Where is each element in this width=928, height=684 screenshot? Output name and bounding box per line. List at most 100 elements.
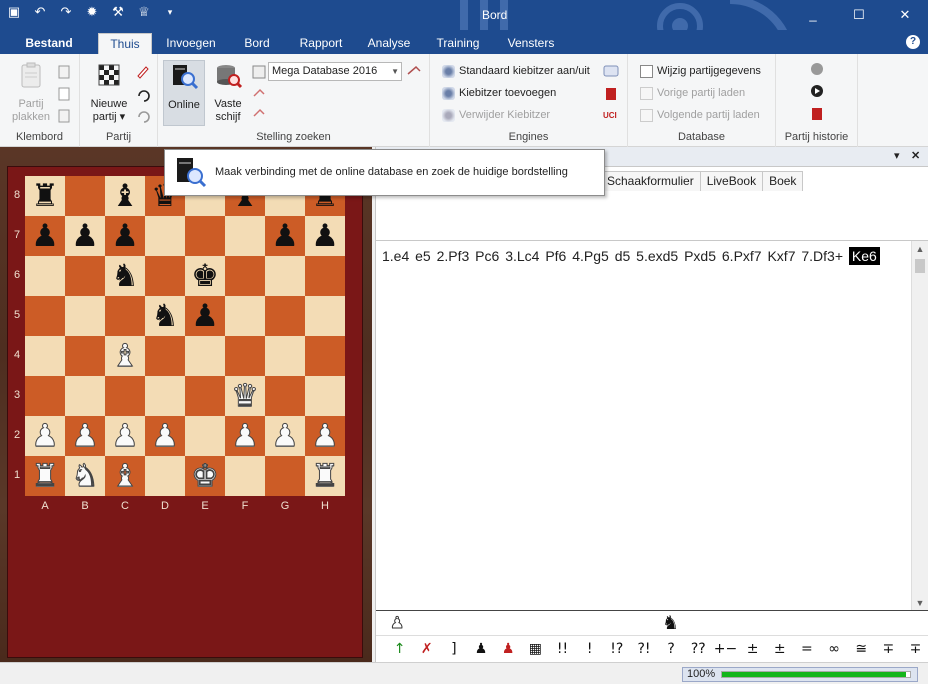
square-f3[interactable]: ♛	[225, 376, 265, 416]
black-knight-piece[interactable]: ♞	[151, 296, 179, 336]
square-c7[interactable]: ♟	[105, 216, 145, 256]
pane-close-icon[interactable]: ✕	[911, 149, 920, 162]
square-g5[interactable]	[265, 296, 305, 336]
square-c1[interactable]: ♝	[105, 456, 145, 496]
square-b1[interactable]: ♞	[65, 456, 105, 496]
minimize-button[interactable]: _	[790, 0, 836, 30]
square-g7[interactable]: ♟	[265, 216, 305, 256]
white-pawn-piece[interactable]: ♟	[231, 416, 260, 456]
square-e1[interactable]: ♚	[185, 456, 225, 496]
square-a2[interactable]: ♟	[25, 416, 65, 456]
square-h5[interactable]	[305, 296, 345, 336]
black-pawn-piece[interactable]: ♟	[271, 216, 299, 256]
remove-kibitzer-button[interactable]: Verwijder Kiebitzer	[442, 106, 550, 124]
square-a1[interactable]: ♜	[25, 456, 65, 496]
square-f6[interactable]	[225, 256, 265, 296]
square-e6[interactable]: ♚	[185, 256, 225, 296]
square-e5[interactable]: ♟	[185, 296, 225, 336]
new-game-button[interactable]: Nieuwe partij ▾	[86, 60, 132, 124]
square-d7[interactable]	[145, 216, 185, 256]
square-a7[interactable]: ♟	[25, 216, 65, 256]
white-pawn-piece[interactable]: ♟	[111, 416, 140, 456]
square-h6[interactable]	[305, 256, 345, 296]
annotation-symbol-button[interactable]: ✗	[413, 641, 440, 657]
square-g2[interactable]: ♟	[265, 416, 305, 456]
square-g6[interactable]	[265, 256, 305, 296]
square-e3[interactable]	[185, 376, 225, 416]
square-h7[interactable]: ♟	[305, 216, 345, 256]
square-a8[interactable]: ♜	[25, 176, 65, 216]
annotation-symbol-button[interactable]: ?	[658, 641, 685, 657]
black-pawn-piece[interactable]: ♟	[111, 216, 139, 256]
square-b3[interactable]	[65, 376, 105, 416]
tab-boek[interactable]: Boek	[762, 171, 804, 191]
toggle-kibitzer-button[interactable]: Standaard kiebitzer aan/uit	[442, 62, 590, 80]
annotation-symbol-button[interactable]: ±	[739, 641, 766, 657]
square-g4[interactable]	[265, 336, 305, 376]
undo-icon[interactable]: ↶	[32, 4, 48, 20]
white-pawn-piece[interactable]: ♟	[71, 416, 100, 456]
white-rook-piece[interactable]: ♜	[311, 456, 340, 496]
square-h4[interactable]	[305, 336, 345, 376]
square-f4[interactable]	[225, 336, 265, 376]
annotation-symbol-button[interactable]: ≅	[848, 641, 875, 657]
tab-rapport[interactable]: Rapport	[292, 33, 350, 54]
black-king-piece[interactable]: ♚	[191, 256, 219, 296]
help-icon[interactable]: ?	[906, 35, 920, 49]
history-icons[interactable]	[809, 62, 825, 126]
white-pawn-piece[interactable]: ♟	[311, 416, 340, 456]
annotation-symbol-button[interactable]: ∓	[875, 641, 902, 657]
square-f1[interactable]	[225, 456, 265, 496]
online-search-button[interactable]: Online	[163, 60, 205, 126]
white-knight-piece[interactable]: ♞	[71, 456, 100, 496]
white-bishop-piece[interactable]: ♝	[111, 336, 140, 376]
black-pawn-piece[interactable]: ♟	[191, 296, 219, 336]
tab-schaakformulier[interactable]: Schaakformulier	[601, 171, 701, 191]
square-c8[interactable]: ♝	[105, 176, 145, 216]
paste-game-button[interactable]: Partij plakken	[8, 60, 54, 124]
square-g3[interactable]	[265, 376, 305, 416]
square-b2[interactable]: ♟	[65, 416, 105, 456]
square-b6[interactable]	[65, 256, 105, 296]
maximize-button[interactable]: ☐	[836, 0, 882, 30]
tab-analyse[interactable]: Analyse	[362, 33, 416, 54]
tab-vensters[interactable]: Vensters	[500, 33, 562, 54]
save-icon[interactable]: ▣	[6, 4, 22, 20]
tab-bord[interactable]: Bord	[236, 33, 278, 54]
black-bishop-piece[interactable]: ♝	[111, 176, 139, 216]
square-d3[interactable]	[145, 376, 185, 416]
black-rook-piece[interactable]: ♜	[31, 176, 59, 216]
black-pawn-piece[interactable]: ♟	[31, 216, 59, 256]
square-a4[interactable]	[25, 336, 65, 376]
white-pawn-piece[interactable]: ♟	[31, 416, 60, 456]
annotation-symbol-button[interactable]: !!	[549, 641, 576, 657]
square-a6[interactable]	[25, 256, 65, 296]
annotation-symbol-button[interactable]: ♟	[495, 641, 522, 657]
annotation-symbol-button[interactable]: ∓	[902, 641, 928, 657]
annotation-symbol-button[interactable]: ]	[440, 641, 467, 657]
white-rook-piece[interactable]: ♜	[31, 456, 60, 496]
annotation-symbol-button[interactable]: ▦	[522, 641, 549, 657]
square-f2[interactable]: ♟	[225, 416, 265, 456]
square-b5[interactable]	[65, 296, 105, 336]
zoom-control[interactable]: 100%	[682, 667, 918, 682]
black-pawn-piece[interactable]: ♟	[311, 216, 339, 256]
tab-livebook[interactable]: LiveBook	[699, 171, 764, 191]
current-move[interactable]: Ke6	[848, 247, 880, 265]
square-b7[interactable]: ♟	[65, 216, 105, 256]
square-a3[interactable]	[25, 376, 65, 416]
square-e7[interactable]	[185, 216, 225, 256]
annotation-symbol-button[interactable]: ??	[685, 641, 712, 657]
square-c6[interactable]: ♞	[105, 256, 145, 296]
square-c4[interactable]: ♝	[105, 336, 145, 376]
previous-game-button[interactable]: Vorige partij laden	[640, 84, 745, 102]
annotation-symbol-button[interactable]: !?	[603, 641, 630, 657]
square-f7[interactable]	[225, 216, 265, 256]
annotation-symbol-button[interactable]: ∞	[821, 641, 848, 657]
square-h2[interactable]: ♟	[305, 416, 345, 456]
square-d2[interactable]: ♟	[145, 416, 185, 456]
white-pawn-piece[interactable]: ♟	[271, 416, 300, 456]
close-button[interactable]: ✕	[882, 0, 928, 30]
tab-bestand[interactable]: Bestand	[18, 33, 80, 54]
square-f5[interactable]	[225, 296, 265, 336]
